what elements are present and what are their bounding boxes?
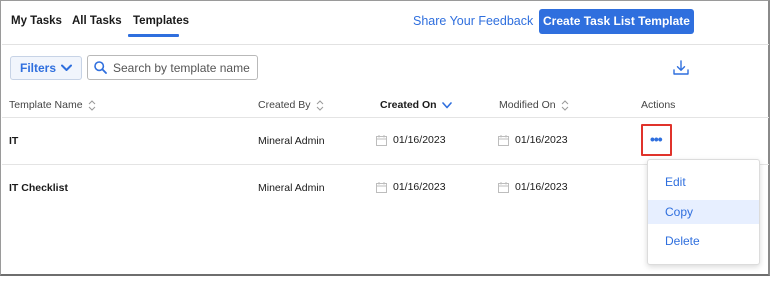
created-by-cell: Mineral Admin — [258, 182, 325, 194]
app-frame: My Tasks All Tasks Templates Share Your … — [0, 0, 770, 276]
date-value: 01/16/2023 — [515, 181, 568, 193]
column-label: Template Name — [9, 99, 83, 111]
calendar-icon — [376, 134, 387, 146]
column-label: Actions — [641, 99, 676, 111]
created-by-cell: Mineral Admin — [258, 135, 325, 147]
header-row-divider — [2, 117, 769, 118]
search-input[interactable] — [113, 60, 253, 75]
sort-neutral-icon — [88, 99, 95, 111]
column-header-template-name[interactable]: Template Name — [9, 99, 96, 111]
tab-all-tasks[interactable]: All Tasks — [72, 15, 122, 27]
column-header-actions: Actions — [641, 99, 675, 111]
created-on-cell: 01/16/2023 — [376, 181, 446, 193]
download-icon — [673, 60, 689, 75]
template-name-cell[interactable]: IT Checklist — [9, 182, 68, 194]
calendar-icon — [498, 181, 509, 193]
tab-templates[interactable]: Templates — [133, 15, 189, 27]
calendar-icon — [376, 181, 387, 193]
sort-neutral-icon — [316, 99, 323, 111]
calendar-icon — [498, 134, 509, 146]
filters-label: Filters — [19, 61, 56, 75]
search-icon — [94, 61, 107, 74]
date-value: 01/16/2023 — [393, 181, 446, 193]
column-label: Created On — [380, 99, 437, 111]
column-header-created-on[interactable]: Created On — [380, 99, 452, 111]
share-feedback-link[interactable]: Share Your Feedback — [413, 14, 533, 28]
download-button[interactable] — [672, 59, 690, 77]
created-on-cell: 01/16/2023 — [376, 134, 446, 146]
menu-item-edit[interactable]: Edit — [648, 170, 759, 194]
chevron-down-icon — [61, 64, 72, 71]
menu-item-delete[interactable]: Delete — [648, 229, 759, 253]
modified-on-cell: 01/16/2023 — [498, 134, 568, 146]
template-name-cell[interactable]: IT — [9, 135, 18, 147]
create-task-list-template-button[interactable]: Create Task List Template — [539, 9, 694, 34]
modified-on-cell: 01/16/2023 — [498, 181, 568, 193]
column-header-created-by[interactable]: Created By — [258, 99, 324, 111]
sort-neutral-icon — [561, 99, 568, 111]
tab-my-tasks[interactable]: My Tasks — [11, 15, 62, 27]
column-label: Modified On — [499, 99, 556, 111]
date-value: 01/16/2023 — [515, 134, 568, 146]
actions-menu: Edit Copy Delete — [647, 159, 760, 265]
date-value: 01/16/2023 — [393, 134, 446, 146]
menu-item-copy[interactable]: Copy — [648, 200, 759, 224]
active-tab-indicator — [128, 34, 179, 37]
header-divider — [2, 44, 769, 45]
filters-button[interactable]: Filters — [10, 56, 82, 80]
search-box[interactable] — [87, 55, 258, 80]
column-header-modified-on[interactable]: Modified On — [499, 99, 569, 111]
more-horizontal-icon[interactable]: ••• — [650, 132, 663, 146]
column-label: Created By — [258, 99, 311, 111]
chevron-down-icon — [441, 101, 452, 108]
